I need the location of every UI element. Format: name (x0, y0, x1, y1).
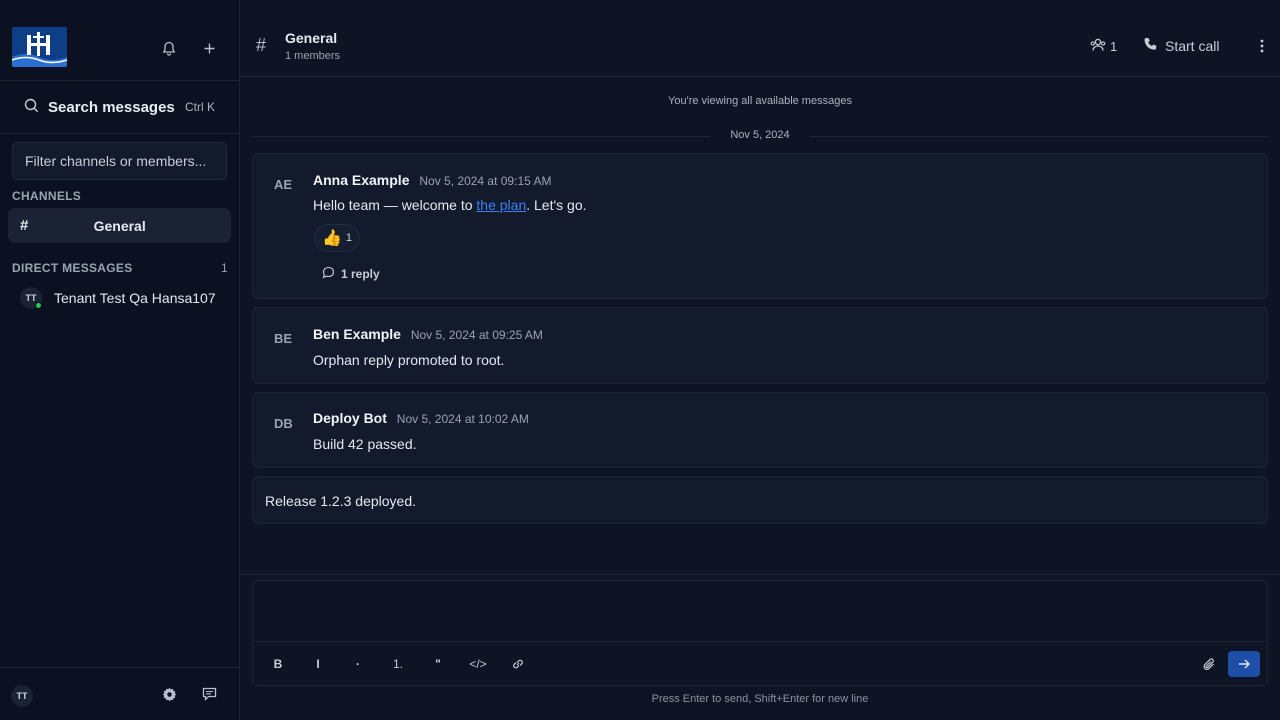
formatting-toolbar: B I · 1. " </> (253, 641, 1267, 685)
message-author-row: Deploy Bot Nov 5, 2024 at 10:02 AM (313, 410, 529, 426)
attach-paperclip-icon[interactable] (1199, 654, 1219, 674)
message-author-row: Ben Example Nov 5, 2024 at 09:25 AM (313, 326, 543, 342)
message-body: Hello team — welcome to the plan. Let's … (313, 197, 587, 213)
message-body: Build 42 passed. (313, 436, 417, 452)
thumbs-up-emoji-icon: 👍 (322, 230, 342, 247)
message-body: Release 1.2.3 deployed. (265, 493, 416, 509)
send-button[interactable] (1228, 651, 1260, 677)
channel-header: # General 1 members 1 Start call (240, 0, 1280, 77)
link-icon[interactable] (508, 654, 528, 674)
settings-gear-icon[interactable] (160, 685, 178, 703)
members-icon (1090, 38, 1106, 55)
dm-item-label: Tenant Test Qa Hansa107 (54, 290, 216, 306)
avatar: TT (20, 287, 42, 309)
feedback-chat-icon[interactable] (200, 685, 218, 703)
online-status-indicator (35, 302, 42, 309)
phone-icon (1143, 37, 1158, 55)
message-timestamp: Nov 5, 2024 at 09:25 AM (410, 328, 543, 342)
filter-channels-input[interactable] (12, 142, 227, 180)
channel-hash-icon: # (20, 217, 29, 234)
message-avatar: DB (274, 416, 293, 431)
message-link[interactable]: the plan (476, 197, 526, 213)
reaction-chip[interactable]: 👍 1 (314, 224, 361, 252)
channel-view: # General 1 members 1 Start call You're … (240, 0, 1280, 720)
message-input[interactable] (253, 581, 1267, 641)
message-item[interactable]: AE Anna Example Nov 5, 2024 at 09:15 AM … (252, 153, 1268, 299)
bold-button[interactable]: B (268, 654, 288, 674)
message-timestamp: Nov 5, 2024 at 09:15 AM (419, 174, 552, 188)
channels-heading: CHANNELS (12, 189, 82, 203)
message-text: Hello team — welcome to (313, 197, 477, 213)
members-button[interactable]: 1 (1090, 36, 1117, 56)
dm-item-tenant-test[interactable]: TT Tenant Test Qa Hansa107 (8, 284, 231, 312)
start-call-button[interactable]: Start call (1143, 36, 1219, 56)
search-messages-button[interactable]: Search messages Ctrl K (0, 81, 239, 134)
message-item[interactable]: BE Ben Example Nov 5, 2024 at 09:25 AM O… (252, 307, 1268, 384)
bullet-list-button[interactable]: · (348, 654, 368, 674)
workspace-logo[interactable] (12, 27, 67, 67)
message-author: Deploy Bot (313, 410, 387, 426)
channel-title: General (285, 30, 338, 46)
avatar-initials: TT (25, 293, 37, 303)
sidebar-header (0, 0, 239, 81)
message-author-row: Anna Example Nov 5, 2024 at 09:15 AM (313, 172, 551, 188)
reaction-count: 1 (345, 232, 353, 244)
members-count: 1 (1110, 38, 1118, 54)
start-call-label: Start call (1165, 38, 1220, 54)
composer-divider (240, 574, 1280, 575)
current-user-avatar[interactable]: TT (11, 685, 33, 707)
composer-hint: Press Enter to send, Shift+Enter for new… (651, 693, 869, 705)
numbered-list-button[interactable]: 1. (388, 654, 408, 674)
channel-item-general[interactable]: # General (8, 208, 231, 243)
message-item[interactable]: Release 1.2.3 deployed. (252, 476, 1268, 524)
message-avatar: BE (274, 331, 293, 346)
channel-item-label: General (93, 217, 146, 234)
viewing-notice: You're viewing all available messages (668, 95, 852, 107)
channel-hash-icon: # (256, 35, 267, 55)
message-item[interactable]: DB Deploy Bot Nov 5, 2024 at 10:02 AM Bu… (252, 392, 1268, 468)
quote-button[interactable]: " (428, 654, 448, 674)
code-button[interactable]: </> (465, 654, 491, 674)
reply-bubble-icon (322, 266, 335, 282)
message-author: Ben Example (313, 326, 401, 342)
sidebar-footer: TT (0, 667, 239, 720)
plus-icon[interactable] (200, 39, 218, 57)
search-icon (24, 98, 39, 116)
reply-count: 1 reply (341, 267, 380, 281)
message-body: Orphan reply promoted to root. (313, 352, 505, 368)
message-author: Anna Example (313, 172, 410, 188)
direct-messages-heading: DIRECT MESSAGES (12, 261, 133, 275)
date-divider-label: Nov 5, 2024 (710, 129, 810, 141)
channel-member-count: 1 members (285, 50, 341, 62)
message-composer: B I · 1. " </> (252, 580, 1268, 686)
message-avatar: AE (274, 177, 293, 192)
search-messages-label: Search messages (48, 98, 175, 116)
search-shortcut-hint: Ctrl K (185, 100, 215, 114)
message-text: . Let's go. (526, 197, 587, 213)
bell-icon[interactable] (160, 39, 178, 57)
thread-replies-link[interactable]: 1 reply (322, 266, 380, 282)
message-timestamp: Nov 5, 2024 at 10:02 AM (396, 412, 529, 426)
more-options-icon[interactable] (1254, 36, 1270, 56)
direct-messages-count: 1 (221, 261, 228, 275)
sidebar: Search messages Ctrl K CHANNELS # Genera… (0, 0, 240, 720)
arrow-right-icon (1238, 656, 1250, 672)
italic-button[interactable]: I (308, 654, 328, 674)
